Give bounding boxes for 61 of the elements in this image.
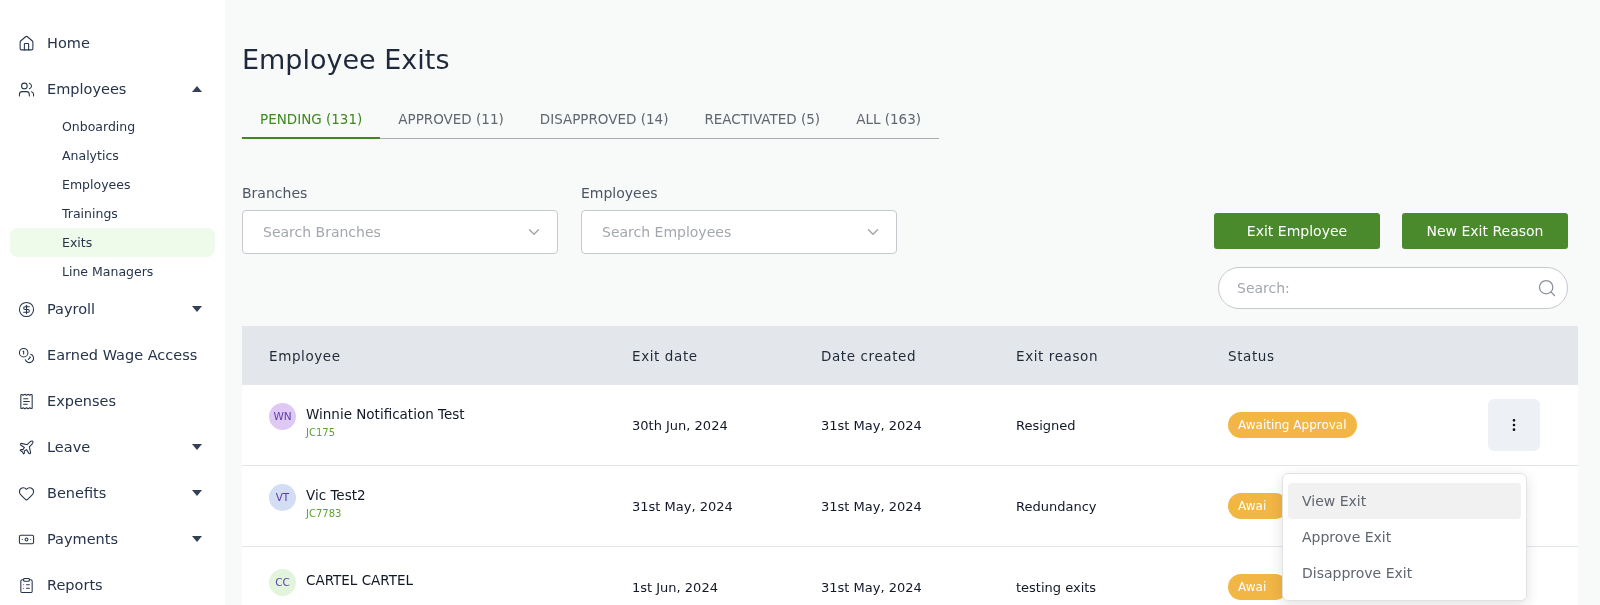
nav-item[interactable]: Employees bbox=[10, 66, 215, 112]
table-cell-text: 31st May, 2024 bbox=[821, 498, 923, 514]
column-header: Exit reason bbox=[1016, 347, 1100, 364]
employee-code: JC7783 bbox=[306, 507, 343, 519]
nav-item[interactable]: Expenses bbox=[10, 378, 215, 424]
employee-name: Vic Test2 bbox=[306, 486, 366, 503]
table-cell-text: Redundancy bbox=[1016, 498, 1098, 514]
table-cell-text: 31st May, 2024 bbox=[821, 417, 923, 433]
action-button[interactable]: New Exit Reason bbox=[1402, 213, 1568, 249]
page-title: Employee Exits bbox=[242, 44, 451, 75]
nav-item[interactable]: Payments bbox=[10, 516, 215, 562]
table-cell-text: 30th Jun, 2024 bbox=[632, 417, 729, 433]
column-header: Exit date bbox=[632, 347, 699, 364]
tab[interactable]: ALL (163) bbox=[838, 103, 939, 139]
field-label: Employees bbox=[581, 185, 659, 201]
employee-code: JC175 bbox=[306, 426, 337, 438]
tab[interactable]: REACTIVATED (5) bbox=[686, 103, 839, 139]
column-header: Employee bbox=[269, 347, 342, 364]
heart-icon bbox=[18, 484, 35, 502]
nav-item[interactable]: Earned Wage Access bbox=[10, 332, 215, 378]
plane-icon bbox=[18, 438, 35, 456]
receipt-icon bbox=[18, 392, 35, 410]
table-cell-text: 1st Jun, 2024 bbox=[632, 579, 719, 595]
nav-subitem[interactable]: Line Managers bbox=[10, 257, 215, 286]
column-header: Status bbox=[1228, 347, 1276, 364]
users-icon bbox=[18, 80, 35, 98]
tab[interactable]: DISAPPROVED (14) bbox=[521, 103, 687, 139]
nav-subitem[interactable]: Trainings bbox=[10, 199, 215, 228]
nav-item[interactable]: Home bbox=[10, 20, 215, 66]
nav-subitem[interactable]: Employees bbox=[10, 170, 215, 199]
nav-subitem[interactable]: Onboarding bbox=[10, 112, 215, 141]
nav-item[interactable]: Benefits bbox=[10, 470, 215, 516]
tab[interactable]: APPROVED (11) bbox=[380, 103, 522, 139]
menu-item[interactable]: View Exit bbox=[1288, 483, 1521, 519]
search-icon bbox=[1537, 278, 1557, 298]
status-badge: Awaiting Approval bbox=[1228, 412, 1357, 438]
nav-item[interactable]: Reports bbox=[10, 562, 215, 605]
nav-item[interactable]: Leave bbox=[10, 424, 215, 470]
more-button[interactable] bbox=[1488, 399, 1540, 451]
field-label: Branches bbox=[242, 185, 309, 201]
menu-item[interactable]: Approve Exit bbox=[1288, 519, 1521, 555]
nav-subitem[interactable]: Exits bbox=[10, 228, 215, 257]
clipboard-icon bbox=[18, 576, 35, 594]
avatar: CC bbox=[269, 568, 296, 596]
dollar-coin-icon bbox=[18, 300, 35, 318]
nav-item[interactable]: Payroll bbox=[10, 286, 215, 332]
table-cell-text: testing exits bbox=[1016, 579, 1098, 595]
table-cell-text: 31st May, 2024 bbox=[632, 498, 734, 514]
action-button[interactable]: Exit Employee bbox=[1214, 213, 1380, 249]
employee-name: CARTEL CARTEL bbox=[306, 571, 413, 588]
employee-name: Winnie Notification Test bbox=[306, 405, 465, 422]
table-cell-text: 31st May, 2024 bbox=[821, 579, 923, 595]
tab[interactable]: PENDING (131) bbox=[242, 103, 381, 139]
home-icon bbox=[18, 34, 35, 52]
avatar: VT bbox=[269, 483, 296, 511]
avatar: WN bbox=[269, 402, 296, 430]
nav-subitem[interactable]: Analytics bbox=[10, 141, 215, 170]
menu-item[interactable]: Disapprove Exit bbox=[1288, 555, 1521, 591]
table-cell-text: Resigned bbox=[1016, 417, 1077, 433]
coins-icon bbox=[18, 346, 35, 364]
column-header: Date created bbox=[821, 347, 918, 364]
